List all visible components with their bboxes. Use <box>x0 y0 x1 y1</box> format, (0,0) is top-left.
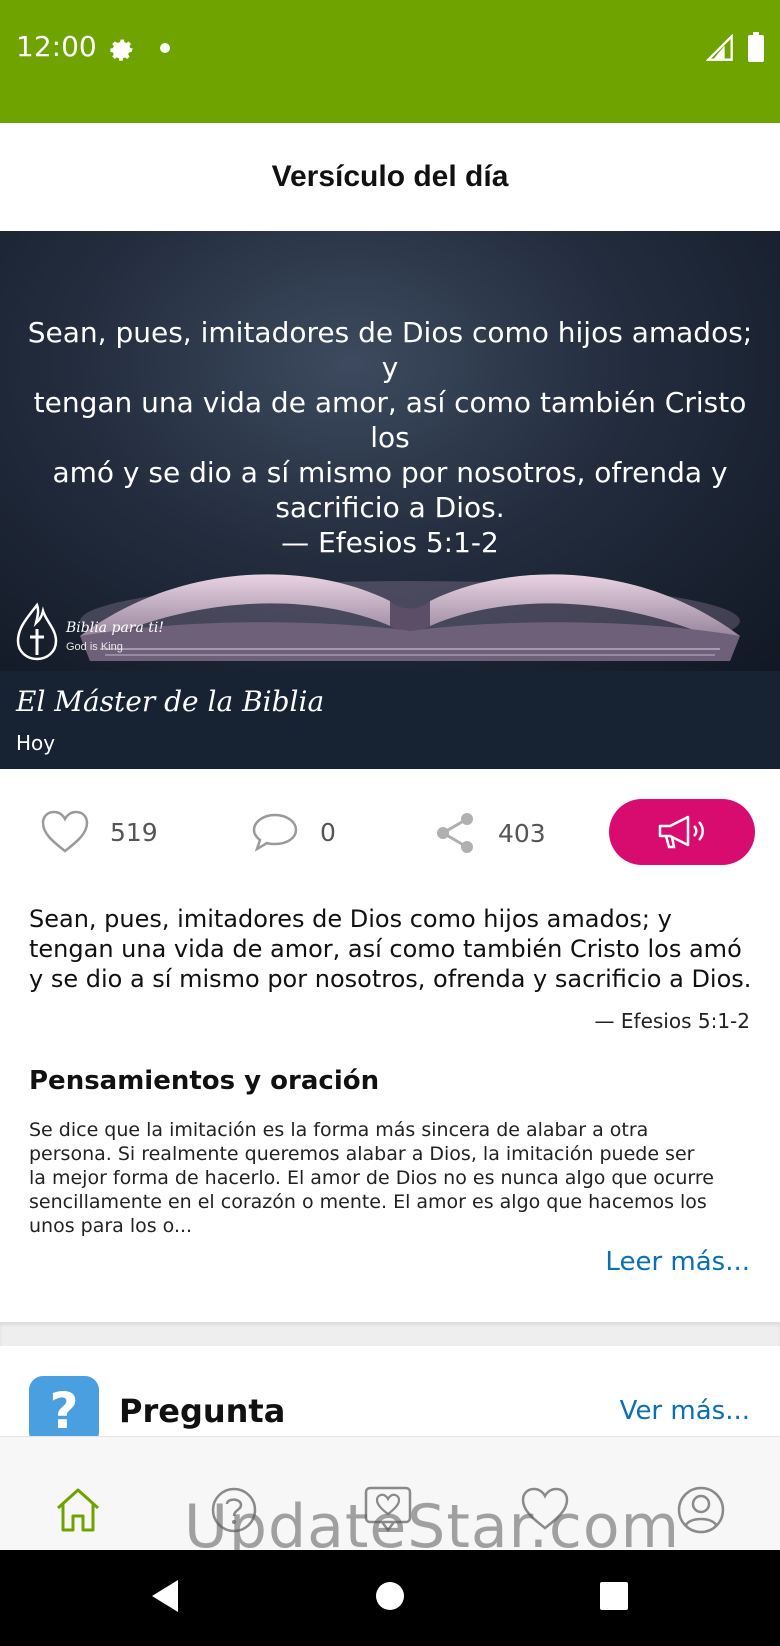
reflection-line: Se dice que la imitación es la forma más… <box>29 1119 649 1141</box>
battery-icon <box>748 32 764 62</box>
section-divider <box>0 1322 780 1346</box>
verse-line: tengan una vida de amor, así como tambié… <box>29 935 742 963</box>
gear-icon <box>110 39 133 61</box>
question-card[interactable]: ? Pregunta Ver más... <box>0 1346 780 1446</box>
like-count: 519 <box>110 817 158 847</box>
announce-button[interactable] <box>609 799 755 865</box>
verse-line: y se dio a sí mismo por nosotros, ofrend… <box>29 965 752 993</box>
reflection-heading: Pensamientos y oración <box>29 1066 380 1096</box>
page-title: Versículo del día <box>271 160 509 193</box>
system-nav <box>0 1550 780 1646</box>
hero-verse-line: sacrificio a Dios. <box>275 491 505 524</box>
reflection-line: persona. Si realmente queremos alabar a … <box>29 1143 695 1165</box>
reflection-line: unos para los o... <box>29 1215 193 1237</box>
hero-verse-line: amó y se dio a sí mismo por nosotros, of… <box>52 456 728 489</box>
signal-icon <box>706 34 733 61</box>
actions-row: 519 0 403 <box>0 769 780 899</box>
share-button[interactable]: 403 <box>434 811 546 855</box>
comment-count: 0 <box>320 817 336 847</box>
share-count: 403 <box>498 818 546 848</box>
question-title: Pregunta <box>119 1392 286 1430</box>
hero-verse-line: tengan una vida de amor, así como tambié… <box>33 386 747 454</box>
verse-line: Sean, pues, imitadores de Dios como hijo… <box>29 905 672 933</box>
like-button[interactable]: 519 <box>40 809 158 855</box>
verse-reference: — Efesios 5:1-2 <box>594 1009 750 1033</box>
back-icon[interactable] <box>150 1578 180 1614</box>
caption-date: Hoy <box>16 731 56 755</box>
read-more-link[interactable]: Leer más... <box>605 1247 750 1277</box>
verse-text: Sean, pues, imitadores de Dios como hijo… <box>29 904 753 994</box>
hero-verse-line: Sean, pues, imitadores de Dios como hijo… <box>27 316 753 384</box>
megaphone-icon <box>658 815 704 849</box>
caption-title: El Máster de la Biblia <box>16 685 325 718</box>
flame-cross-logo-icon <box>16 602 58 661</box>
share-icon <box>437 813 473 853</box>
notification-dot-icon <box>160 43 170 53</box>
status-bar: 12:00 <box>0 0 780 123</box>
recents-icon[interactable] <box>598 1578 630 1614</box>
reflection-line: la mejor forma de hacerlo. El amor de Di… <box>29 1167 714 1189</box>
open-book-illustration <box>80 574 740 661</box>
caption-band: El Máster de la Biblia Hoy <box>0 671 780 769</box>
profile-icon[interactable] <box>675 1484 727 1536</box>
verse-image[interactable]: Sean, pues, imitadores de Dios como hijo… <box>0 231 780 671</box>
see-more-link[interactable]: Ver más... <box>620 1396 750 1426</box>
page-header: Versículo del día <box>0 123 780 231</box>
status-time: 12:00 <box>16 30 97 63</box>
reflection-line: sencillamente en el corazón o mente. El … <box>29 1191 707 1213</box>
comment-icon <box>252 813 298 852</box>
reflection-text: Se dice que la imitación es la forma más… <box>29 1118 751 1238</box>
home-circle-icon[interactable] <box>375 1578 405 1614</box>
heart-icon <box>41 810 89 853</box>
brand-tagline: God is King <box>66 641 123 653</box>
brand-name: Biblia para ti! <box>66 620 165 636</box>
comment-button[interactable]: 0 <box>250 811 336 853</box>
home-icon[interactable] <box>52 1484 104 1536</box>
